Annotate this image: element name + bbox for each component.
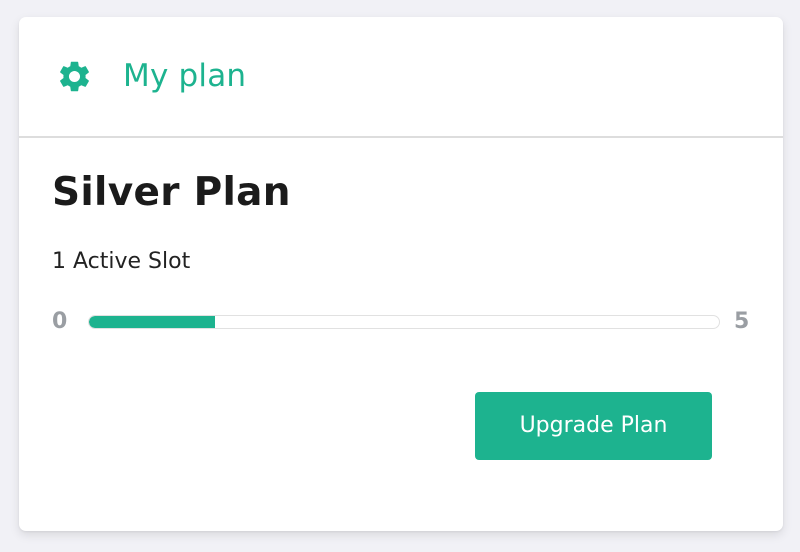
active-slots-text: 1 Active Slot	[52, 249, 191, 274]
usage-progress-fill	[89, 316, 215, 328]
usage-progress-bar	[88, 315, 720, 329]
card-header: My plan	[19, 17, 783, 138]
plan-card: My plan Silver Plan 1 Active Slot 0 5 Up…	[19, 17, 783, 531]
plan-name: Silver Plan	[52, 170, 291, 215]
usage-min-label: 0	[52, 309, 68, 334]
upgrade-plan-button[interactable]: Upgrade Plan	[475, 392, 712, 460]
gear-icon	[60, 61, 89, 92]
card-title: My plan	[123, 58, 247, 94]
usage-max-label: 5	[734, 309, 750, 334]
